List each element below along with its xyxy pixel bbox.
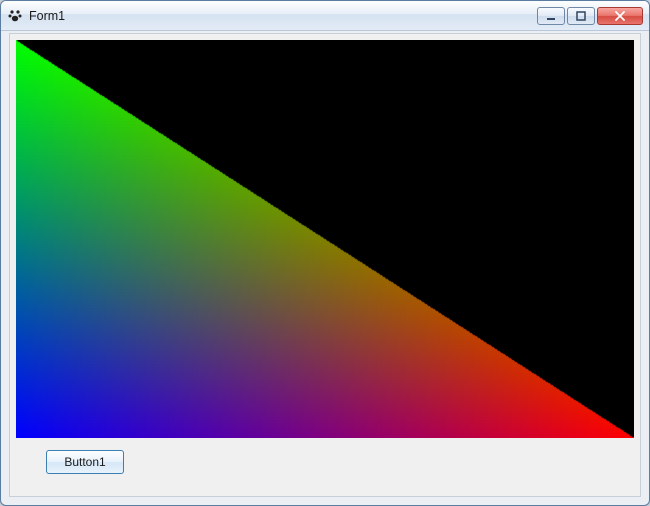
app-window: Form1 Button1 (0, 0, 650, 506)
titlebar[interactable]: Form1 (1, 1, 649, 31)
window-controls (537, 7, 643, 25)
client-area: Button1 (9, 33, 641, 497)
minimize-button[interactable] (537, 7, 565, 25)
paw-icon (7, 8, 23, 24)
render-panel (16, 40, 634, 438)
gradient-triangle-canvas (16, 40, 634, 438)
maximize-button[interactable] (567, 7, 595, 25)
window-title: Form1 (29, 9, 537, 23)
button1[interactable]: Button1 (46, 450, 124, 474)
close-button[interactable] (597, 7, 643, 25)
